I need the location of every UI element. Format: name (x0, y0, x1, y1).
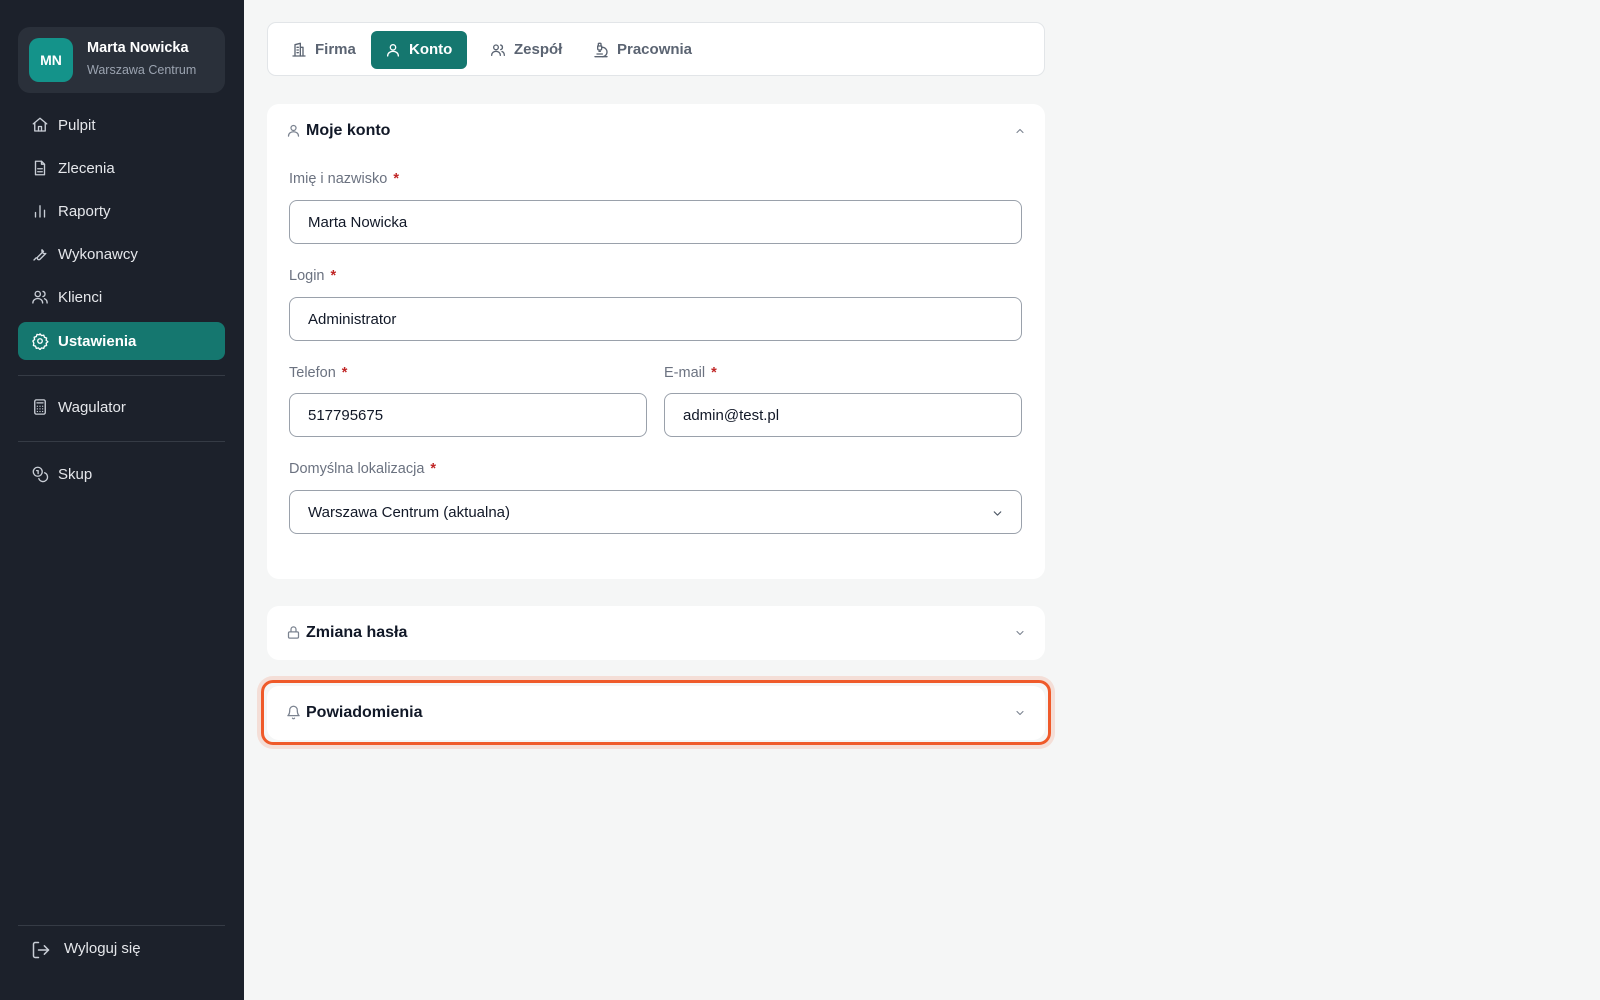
building-icon (291, 42, 307, 58)
sidebar-divider (18, 375, 225, 376)
password-card: Zmiana hasła (267, 606, 1045, 660)
chevron-down-icon (1014, 707, 1026, 719)
login-field[interactable] (289, 297, 1022, 341)
fullname-field[interactable] (289, 200, 1022, 244)
sidebar-item-wykonawcy[interactable]: Wykonawcy (18, 235, 225, 273)
sidebar-item-label: Wykonawcy (58, 245, 138, 263)
chevron-down-icon (991, 507, 1004, 520)
user-location: Warszawa Centrum (87, 63, 197, 77)
sidebar: MN Marta Nowicka Warszawa Centrum Pulpit… (0, 0, 244, 1000)
sidebar-item-zlecenia[interactable]: Zlecenia (18, 149, 225, 187)
sidebar-item-label: Raporty (58, 202, 111, 220)
location-label: Domyślna lokalizacja * (289, 461, 437, 477)
logout-icon (31, 940, 51, 960)
microscope-icon (593, 42, 609, 58)
section-title: Zmiana hasła (306, 624, 408, 641)
sidebar-item-skup[interactable]: Skup (18, 455, 225, 493)
account-card: Moje konto Imię i nazwisko* Login* Telef… (267, 104, 1045, 579)
sidebar-divider (18, 925, 225, 926)
settings-tabs: Firma Konto Zespół Pracownia (267, 22, 1045, 76)
document-icon (31, 159, 49, 177)
tab-pracownia[interactable]: Pracownia (579, 31, 701, 69)
sidebar-divider (18, 441, 225, 442)
location-select[interactable]: Warszawa Centrum (aktualna) (289, 490, 1022, 534)
sidebar-item-label: Wagulator (58, 398, 126, 416)
logout-label: Wyloguj się (64, 940, 141, 957)
tab-konto[interactable]: Konto (371, 31, 467, 69)
home-icon (31, 116, 49, 134)
sidebar-item-label: Zlecenia (58, 159, 115, 177)
fullname-input[interactable] (290, 201, 1021, 243)
section-title: Moje konto (306, 122, 391, 139)
user-icon (385, 42, 401, 58)
avatar: MN (29, 38, 73, 82)
bar-chart-icon (31, 202, 49, 220)
users-icon (31, 288, 49, 306)
notifications-section-header[interactable]: Powiadomienia (267, 686, 1045, 740)
login-label: Login * (289, 268, 337, 284)
email-field[interactable] (664, 393, 1022, 437)
sidebar-item-label: Skup (58, 465, 93, 483)
section-title: Powiadomienia (306, 704, 423, 721)
sidebar-item-raporty[interactable]: Raporty (18, 192, 225, 230)
phone-field[interactable] (289, 393, 647, 437)
notifications-card: Powiadomienia (267, 686, 1045, 740)
tab-label: Firma (315, 41, 356, 58)
fullname-label: Imię i nazwisko * (289, 171, 399, 187)
sidebar-item-label: Klienci (58, 288, 103, 306)
sidebar-item-klienci[interactable]: Klienci (18, 278, 225, 316)
users-icon (490, 42, 506, 58)
account-section-header[interactable]: Moje konto (267, 104, 1045, 158)
calculator-icon (31, 398, 49, 416)
gear-icon (31, 332, 49, 350)
tab-label: Konto (409, 41, 453, 58)
logout-button[interactable]: Wyloguj się (18, 929, 225, 969)
sidebar-item-pulpit[interactable]: Pulpit (18, 106, 225, 144)
required-mark: * (430, 461, 437, 477)
password-section-header[interactable]: Zmiana hasła (267, 606, 1045, 660)
location-select-value: Warszawa Centrum (aktualna) (308, 504, 511, 521)
required-mark: * (711, 365, 717, 381)
chevron-down-icon (1014, 627, 1026, 639)
lock-icon (286, 625, 301, 640)
required-mark: * (393, 171, 399, 187)
required-mark: * (341, 365, 348, 381)
sidebar-item-label: Ustawienia (58, 332, 137, 350)
email-label: E-mail * (664, 365, 717, 381)
sidebar-item-ustawienia[interactable]: Ustawienia (18, 322, 225, 360)
tab-firma[interactable]: Firma (277, 31, 372, 69)
user-name: Marta Nowicka (87, 40, 189, 56)
email-input[interactable] (665, 394, 1021, 436)
sidebar-item-label: Pulpit (58, 116, 96, 134)
tab-label: Zespół (514, 41, 563, 58)
sidebar-item-wagulator[interactable]: Wagulator (18, 388, 225, 426)
login-input[interactable] (290, 298, 1021, 340)
user-icon (286, 123, 301, 138)
phone-label: Telefon * (289, 365, 348, 381)
phone-input[interactable] (290, 394, 646, 436)
bell-icon (286, 705, 301, 720)
wrench-icon (31, 245, 49, 263)
coins-icon (31, 465, 49, 483)
required-mark: * (330, 268, 337, 284)
tab-zespol[interactable]: Zespół (476, 31, 576, 69)
user-profile-card[interactable]: MN Marta Nowicka Warszawa Centrum (18, 27, 225, 93)
tab-label: Pracownia (617, 41, 693, 58)
chevron-up-icon (1014, 125, 1026, 137)
